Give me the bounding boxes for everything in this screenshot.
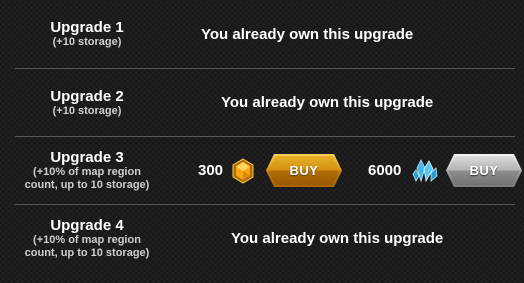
upgrade-name-block: Upgrade 4 (+10% of map region count, up … bbox=[0, 205, 174, 271]
upgrade-title: Upgrade 1 bbox=[50, 19, 124, 36]
gold-coin-icon bbox=[232, 158, 254, 184]
upgrade-row-4: Upgrade 4 (+10% of map region count, up … bbox=[0, 205, 524, 283]
upgrade-name-block: Upgrade 2 (+10 storage) bbox=[0, 69, 174, 136]
buy-label: BUY bbox=[268, 156, 340, 185]
upgrade-description-line-2: count, up to 10 storage) bbox=[24, 179, 150, 191]
upgrades-panel: Upgrade 1 (+10 storage) You already own … bbox=[0, 0, 524, 283]
owned-status-text: You already own this upgrade bbox=[231, 230, 444, 247]
gold-price: 300 bbox=[198, 162, 224, 179]
upgrade-name-block: Upgrade 1 (+10 storage) bbox=[0, 0, 174, 68]
buy-label: BUY bbox=[448, 156, 520, 185]
upgrade-description: (+10 storage) bbox=[52, 104, 122, 117]
buy-with-gold-button[interactable]: BUY bbox=[266, 154, 342, 187]
crystal-price: 6000 bbox=[368, 162, 402, 179]
upgrade-description: (+10 storage) bbox=[52, 36, 122, 48]
upgrade-title: Upgrade 4 bbox=[50, 216, 124, 234]
upgrade-description-line-2: count, up to 10 storage) bbox=[24, 246, 150, 259]
upgrade-description-line-1: (+10% of map region bbox=[33, 233, 141, 246]
upgrade-row-1: Upgrade 1 (+10 storage) You already own … bbox=[0, 0, 524, 68]
owned-status-text: You already own this upgrade bbox=[201, 26, 414, 43]
owned-status-text: You already own this upgrade bbox=[221, 94, 434, 111]
upgrade-name-block: Upgrade 3 (+10% of map region count, up … bbox=[0, 137, 174, 204]
upgrade-title: Upgrade 2 bbox=[50, 87, 124, 105]
upgrade-row-2: Upgrade 2 (+10 storage) You already own … bbox=[0, 69, 524, 136]
upgrade-title: Upgrade 3 bbox=[50, 149, 124, 166]
blue-crystal-icon bbox=[412, 159, 438, 183]
upgrade-row-3: Upgrade 3 (+10% of map region count, up … bbox=[0, 137, 524, 204]
buy-with-crystals-button[interactable]: BUY bbox=[446, 154, 522, 187]
upgrade-description-line-1: (+10% of map region bbox=[33, 166, 141, 178]
